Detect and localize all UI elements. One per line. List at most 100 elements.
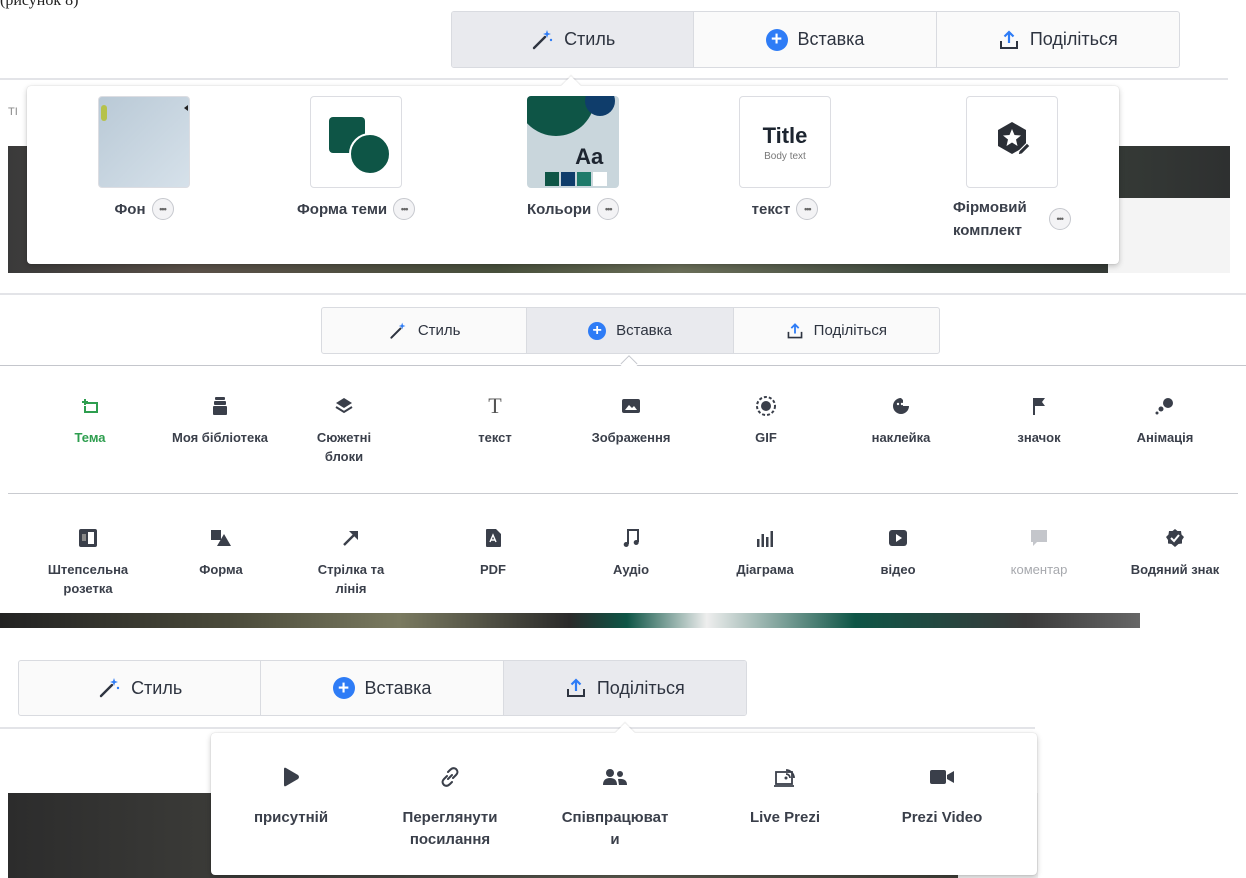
insert-button[interactable]: + Вставка	[527, 308, 734, 353]
share-item-label: Live Prezi	[749, 809, 821, 826]
magic-wand-icon	[97, 676, 121, 700]
share-item-collaborate[interactable]: Співпрацюват и	[540, 765, 690, 851]
insert-label: Вставка	[797, 29, 865, 49]
share-button[interactable]: Поділіться	[937, 12, 1179, 67]
live-icon	[774, 765, 796, 789]
style-item-theme-shape[interactable]: Форма теми •••	[297, 96, 416, 220]
insert-item-audio[interactable]: Аудіо	[563, 527, 699, 580]
arrow-icon	[342, 527, 360, 549]
style-button[interactable]: Стиль	[452, 12, 695, 67]
plus-icon: +	[332, 677, 355, 699]
insert-item-story-blocks[interactable]: Сюжетні блоки	[276, 395, 412, 467]
insert-item-animation[interactable]: Анімація	[1097, 395, 1233, 448]
upload-icon	[786, 322, 804, 340]
style-item-background[interactable]: Фон •••	[98, 96, 190, 220]
layers-icon	[335, 395, 353, 417]
thumb-detail	[184, 105, 188, 111]
theme-icon	[81, 395, 99, 417]
colors-thumbnail: Aa	[527, 96, 620, 188]
style-item-label: Фон	[114, 200, 146, 218]
style-item-brand-kit[interactable]: Фірмовий комплект •••	[953, 96, 1071, 243]
flag-icon	[1032, 395, 1046, 417]
sticker-icon	[892, 395, 910, 417]
toolbar-share-view: Стиль + Вставка Поділіться	[18, 660, 747, 716]
style-button[interactable]: Стиль	[322, 308, 528, 353]
insert-item-icon[interactable]: значок	[971, 395, 1107, 448]
insert-item-image[interactable]: Зображення	[563, 395, 699, 448]
more-options-icon[interactable]: •••	[1048, 208, 1071, 231]
animation-icon	[1155, 395, 1175, 417]
style-button[interactable]: Стиль	[19, 661, 262, 715]
insert-item-label: Діаграма	[736, 562, 794, 577]
insert-item-label: Анімація	[1136, 430, 1194, 445]
insert-item-label: PDF	[480, 562, 506, 577]
more-options-icon[interactable]: •••	[393, 198, 416, 220]
insert-item-watermark[interactable]: Водяний знак	[1107, 527, 1243, 580]
divider	[0, 727, 1035, 729]
style-item-colors[interactable]: Aa Кольори •••	[527, 96, 620, 220]
share-item-label-line2: и	[610, 830, 620, 848]
insert-button[interactable]: + Вставка	[694, 12, 937, 67]
share-item-label-line1: Співпрацюват	[561, 809, 669, 826]
insert-item-arrow-line[interactable]: Стрілка та лінія	[283, 527, 419, 599]
insert-item-label: Зображення	[591, 430, 671, 445]
insert-item-label-line2: блоки	[324, 448, 364, 464]
library-icon	[213, 395, 227, 417]
insert-item-gif[interactable]: GIF	[698, 395, 834, 448]
upload-icon	[565, 677, 587, 699]
share-menu: присутній Переглянути посилання Співпрацю…	[211, 723, 1037, 875]
share-button[interactable]: Поділіться	[503, 661, 746, 715]
share-item-present[interactable]: присутній	[216, 765, 366, 829]
insert-item-library[interactable]: Моя бібліотека	[152, 395, 288, 448]
style-item-text[interactable]: Title Body text текст •••	[739, 96, 831, 220]
style-item-label-line2: комплект	[953, 222, 1022, 240]
insert-label: Вставка	[616, 322, 672, 339]
brand-kit-icon	[989, 117, 1035, 168]
more-options-icon[interactable]: •••	[151, 198, 174, 220]
insert-item-label: значок	[1017, 430, 1061, 445]
slide-background	[0, 612, 1140, 628]
section-divider	[0, 293, 1246, 295]
insert-button[interactable]: + Вставка	[261, 661, 504, 715]
insert-item-shape[interactable]: Форма	[153, 527, 289, 580]
insert-item-label-line1: Штепсельна	[47, 562, 129, 577]
style-label: Стиль	[131, 677, 183, 698]
text-thumb-body: Body text	[764, 150, 806, 162]
insert-item-label: Моя бібліотека	[172, 430, 268, 445]
insert-item-label: текст	[478, 430, 512, 445]
plugin-icon	[79, 527, 97, 549]
more-options-icon[interactable]: •••	[796, 198, 819, 220]
share-item-label: Prezi Video	[901, 809, 983, 826]
insert-item-text[interactable]: T текст	[427, 393, 563, 448]
swatch	[561, 172, 576, 186]
insert-item-label-line1: Сюжетні	[316, 430, 372, 445]
more-options-icon[interactable]: •••	[597, 198, 620, 220]
share-item-label-line1: Переглянути	[402, 809, 498, 826]
share-item-live-prezi[interactable]: Live Prezi	[710, 765, 860, 829]
insert-item-label-line2: лінія	[335, 580, 367, 596]
insert-item-video[interactable]: відео	[830, 527, 966, 580]
magic-wand-icon	[530, 28, 554, 52]
style-item-label: Форма теми	[297, 200, 388, 218]
insert-item-plugin[interactable]: Штепсельна розетка	[20, 527, 156, 599]
slide-photo-accent	[1108, 198, 1230, 273]
insert-item-sticker[interactable]: наклейка	[833, 395, 969, 448]
share-item-prezi-video[interactable]: Prezi Video	[867, 765, 1017, 829]
swatch	[577, 172, 592, 186]
plus-icon: +	[588, 321, 607, 340]
play-icon	[889, 527, 907, 549]
gif-icon	[755, 395, 777, 417]
share-button[interactable]: Поділіться	[734, 308, 939, 353]
upload-icon	[998, 29, 1020, 51]
share-item-view-link[interactable]: Переглянути посилання	[375, 765, 525, 851]
text-thumbnail: Title Body text	[739, 96, 831, 188]
insert-item-theme[interactable]: Тема	[22, 395, 158, 448]
insert-item-chart[interactable]: Діаграма	[697, 527, 833, 580]
share-label: Поділіться	[596, 677, 685, 698]
share-label: Поділіться	[1029, 29, 1118, 49]
edge-fragment: ТІ	[8, 106, 18, 118]
insert-item-pdf[interactable]: PDF	[425, 527, 561, 580]
insert-item-comment: коментар	[971, 527, 1107, 580]
style-item-label: Кольори	[527, 200, 592, 218]
insert-item-label: Аудіо	[612, 562, 650, 577]
